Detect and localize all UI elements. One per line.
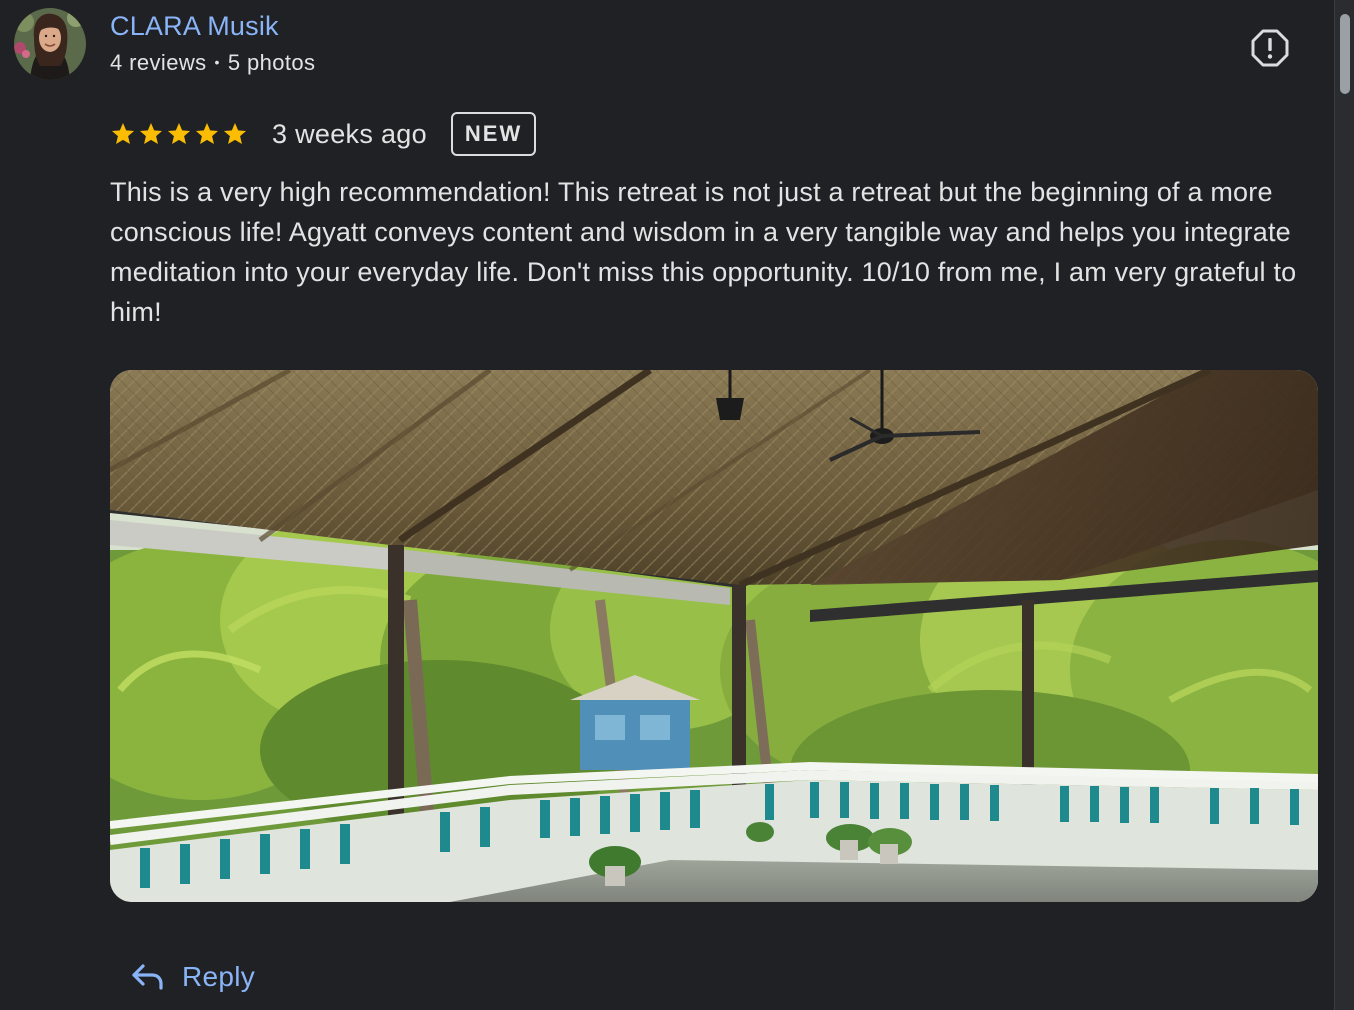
new-badge: NEW	[450, 112, 537, 156]
reply-label: Reply	[182, 961, 256, 992]
star-icon	[111, 122, 135, 144]
report-review-button[interactable]	[1248, 26, 1292, 70]
review-card: CLARA Musik 4 reviews • 5 photos 3 weeks a…	[0, 0, 1334, 1010]
star-rating	[110, 121, 248, 147]
reviewer-name[interactable]: CLARA Musik	[110, 11, 279, 42]
meta-separator: •	[214, 54, 220, 70]
reply-arrow-icon	[132, 964, 163, 990]
star-icon	[223, 122, 247, 144]
star-icon	[195, 122, 219, 144]
review-photo-image	[110, 370, 1318, 902]
rating-row: 3 weeks ago NEW	[110, 110, 537, 158]
review-photo[interactable]	[110, 370, 1318, 902]
star-icon	[167, 122, 191, 144]
review-date: 3 weeks ago	[272, 118, 427, 149]
review-text: This is a very high recommendation! This…	[110, 177, 1297, 327]
reviewer-avatar[interactable]	[14, 8, 86, 80]
reviewer-meta: 4 reviews • 5 photos	[110, 50, 315, 76]
avatar-image	[14, 8, 86, 80]
scrollbar[interactable]	[1334, 0, 1354, 1010]
scrollbar-thumb[interactable]	[1340, 14, 1350, 94]
reviews-count: 4 reviews	[110, 50, 207, 75]
photos-count: 5 photos	[227, 50, 316, 75]
reply-button[interactable]: Reply	[130, 954, 255, 1000]
report-icon	[1251, 29, 1289, 67]
star-icon	[139, 122, 163, 144]
